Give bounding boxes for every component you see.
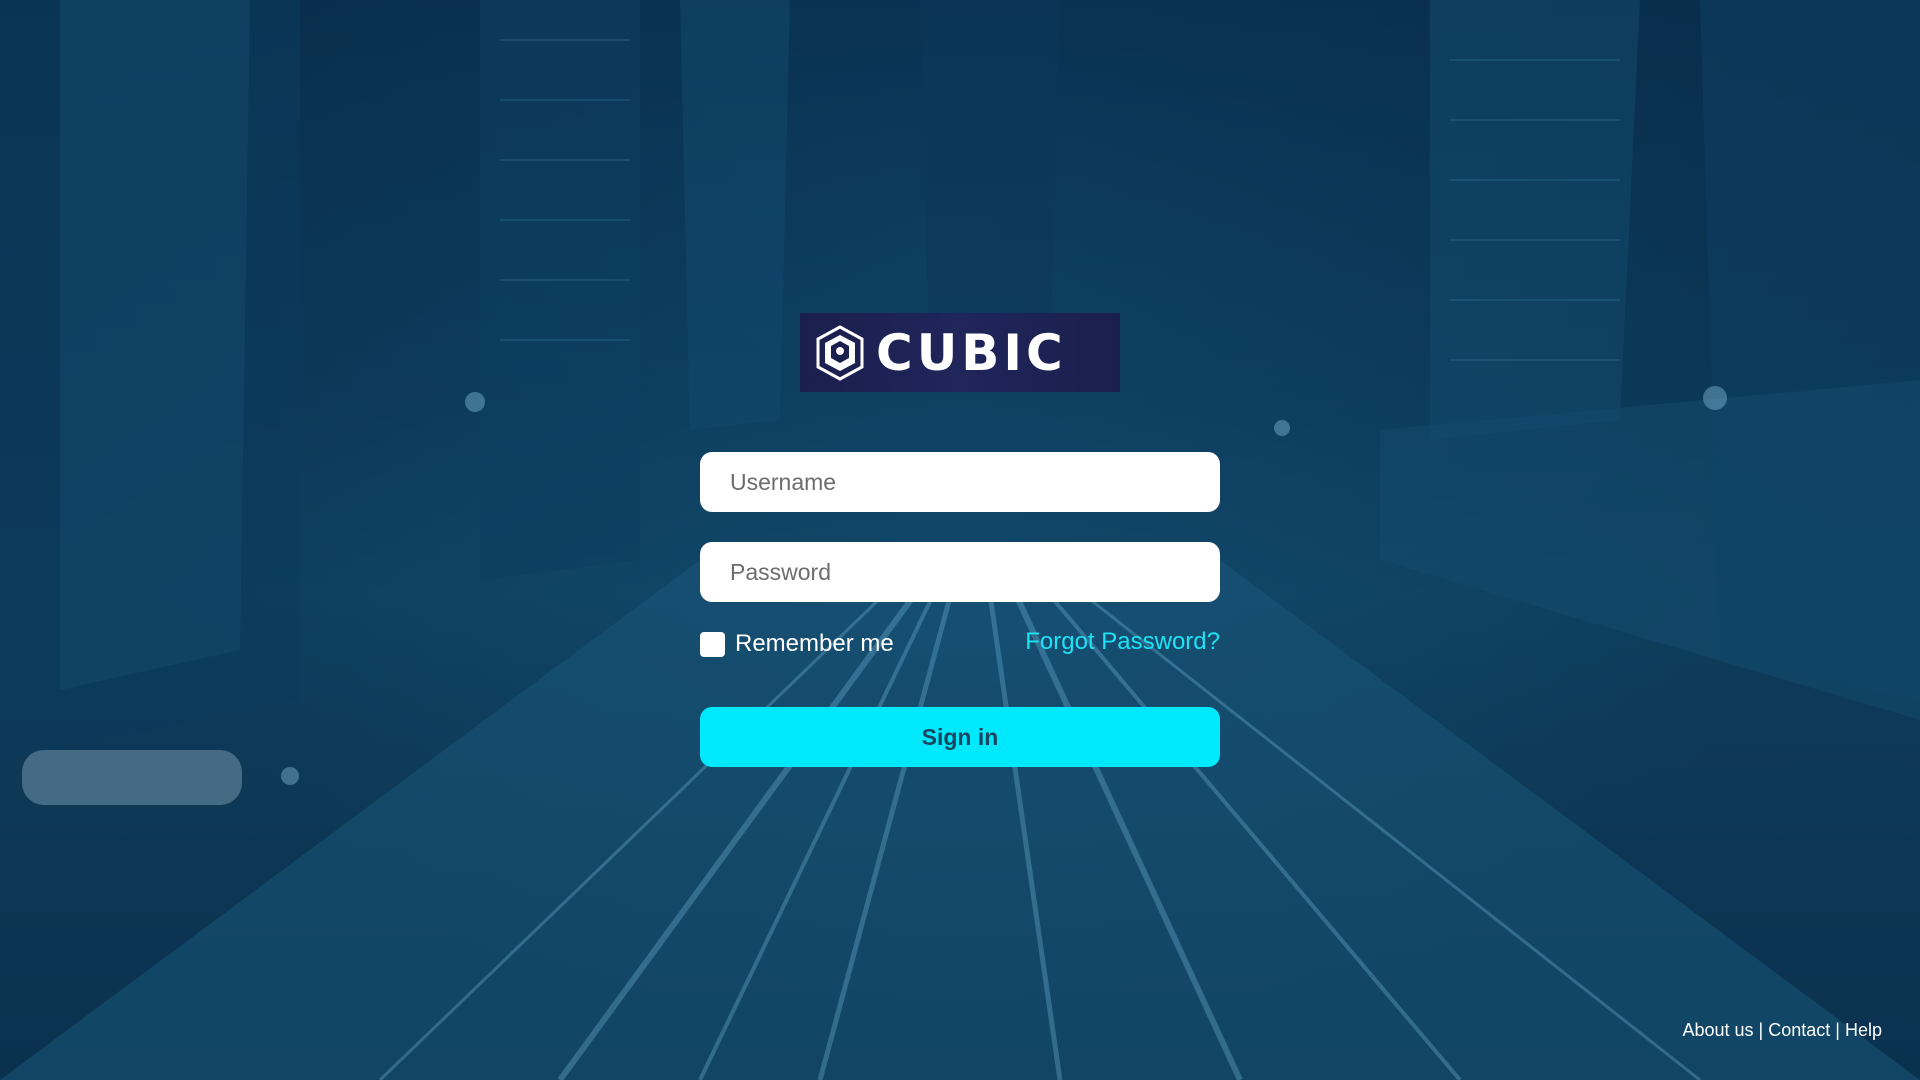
help-link[interactable]: Help: [1845, 1020, 1882, 1040]
password-input[interactable]: [700, 542, 1220, 602]
footer-links: About us | Contact | Help: [1682, 1020, 1882, 1041]
contact-link[interactable]: Contact: [1768, 1020, 1830, 1040]
footer-separator: |: [1835, 1020, 1840, 1040]
forgot-password-link[interactable]: Forgot Password?: [1025, 628, 1220, 656]
cubic-emblem-icon: [816, 324, 864, 381]
city-scene-illustration: [0, 0, 1920, 1080]
cubic-logo: CUBIC: [800, 313, 1120, 392]
footer-separator: |: [1758, 1020, 1764, 1040]
username-input[interactable]: [700, 452, 1220, 512]
city-background: [0, 0, 1920, 1080]
remember-me-checkbox[interactable]: [700, 631, 725, 657]
remember-me-label[interactable]: Remember me: [735, 630, 894, 658]
about-us-link[interactable]: About us: [1682, 1020, 1753, 1040]
remember-me-row[interactable]: Remember me: [700, 630, 894, 658]
brand-name: CUBIC: [876, 323, 1067, 382]
sign-in-button[interactable]: Sign in: [700, 707, 1220, 767]
